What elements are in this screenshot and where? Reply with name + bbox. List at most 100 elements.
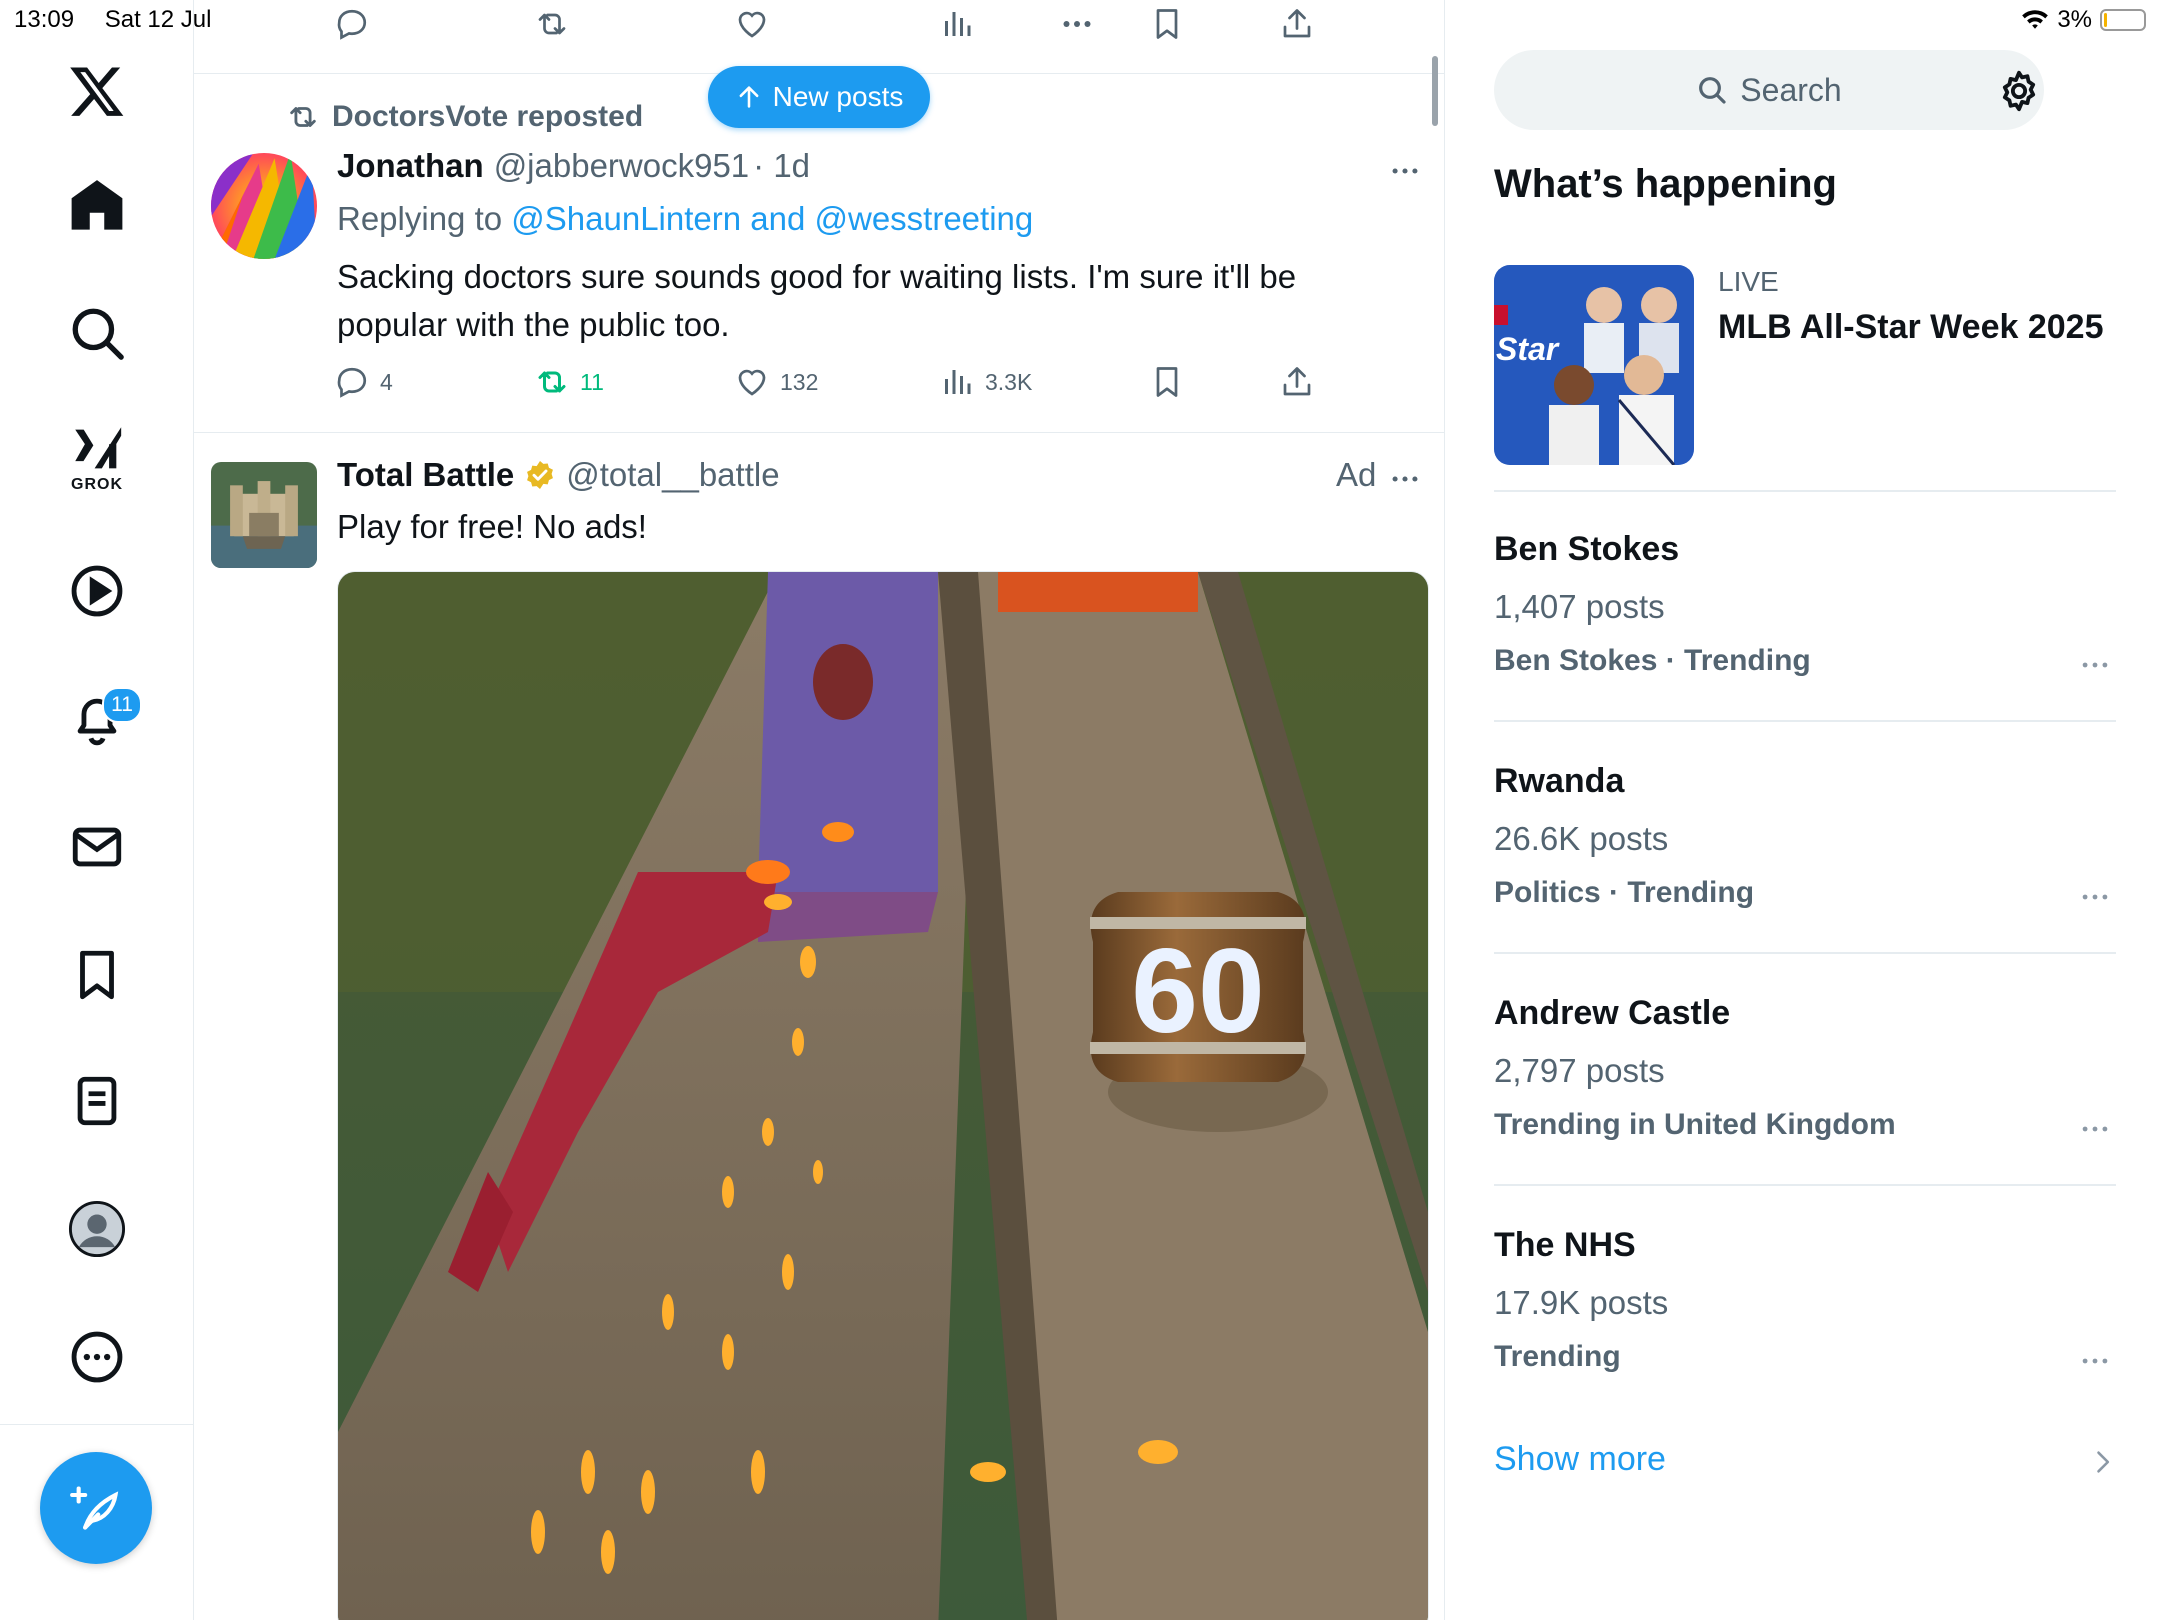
reply-button[interactable]	[334, 6, 370, 42]
views-chart-icon	[939, 364, 975, 400]
trend-more-icon[interactable]	[2078, 648, 2112, 682]
explore-search-icon[interactable]	[68, 304, 126, 362]
new-posts-button[interactable]: New posts	[708, 66, 930, 128]
trend-title: Rwanda	[1494, 762, 1625, 800]
advertiser-handle[interactable]: @total__battle	[566, 456, 779, 494]
replying-to-link[interactable]: @ShaunLintern and @wesstreeting	[511, 200, 1033, 237]
trend-post-count: 2,797 posts	[1494, 1052, 1665, 1089]
reply-icon	[334, 364, 370, 400]
messages-envelope-icon[interactable]	[68, 818, 126, 876]
left-navigation: GROK 11	[0, 0, 194, 1620]
bookmark-button[interactable]	[1149, 6, 1185, 42]
trend-item[interactable]: Andrew Castle 2,797 posts Trending in Un…	[1494, 994, 2116, 1184]
share-icon	[1279, 364, 1315, 400]
ad-more-icon[interactable]	[1388, 462, 1422, 496]
share-button[interactable]	[1279, 6, 1315, 42]
repost-icon	[534, 364, 570, 400]
post-actions: 4 11 132 3.3K	[194, 364, 1444, 404]
more-dots-icon	[1059, 6, 1095, 42]
trend-more-icon[interactable]	[2078, 1344, 2112, 1378]
mlb-live-image[interactable]: Star	[1494, 265, 1694, 465]
trend-item[interactable]: Ben Stokes 1,407 posts Ben Stokes · Tren…	[1494, 530, 2116, 720]
chevron-right-icon[interactable]	[2088, 1448, 2116, 1476]
trend-title: Andrew Castle	[1494, 994, 1731, 1032]
more-options-icon[interactable]	[68, 1328, 126, 1386]
show-more-link[interactable]: Show more	[1494, 1440, 1666, 1479]
arrow-up-icon	[735, 83, 763, 111]
profile-avatar-icon[interactable]	[68, 1200, 126, 1258]
battery-percent: 3%	[2057, 6, 2092, 33]
replying-to-prefix: Replying to	[337, 200, 512, 237]
trend-item[interactable]: The NHS 17.9K posts Trending	[1494, 1226, 2116, 1416]
author-handle[interactable]: @jabberwock951	[494, 147, 749, 185]
reply-count: 4	[380, 368, 393, 395]
replying-to-line: Replying to @ShaunLintern and @wesstreet…	[337, 200, 1033, 238]
lists-icon[interactable]	[68, 1072, 126, 1130]
advertiser-avatar[interactable]	[211, 462, 317, 568]
whats-happening-title: What’s happening	[1494, 162, 1837, 206]
trend-divider	[1494, 1184, 2116, 1186]
trend-divider	[1494, 720, 2116, 722]
repost-indicator[interactable]: DoctorsVote reposted	[286, 100, 643, 134]
trend-post-count: 1,407 posts	[1494, 588, 1665, 625]
share-button[interactable]	[1279, 364, 1315, 400]
views-button[interactable]: 3.3K	[939, 364, 1032, 400]
bookmarks-icon[interactable]	[68, 946, 126, 1004]
trend-context: Politics · Trending	[1494, 876, 1755, 909]
video-play-icon[interactable]	[68, 562, 126, 620]
bookmark-icon	[1149, 6, 1185, 42]
grok-actions-button[interactable]	[1059, 6, 1095, 42]
post-more-icon[interactable]	[1388, 154, 1422, 188]
verified-badge-icon	[524, 459, 556, 491]
like-count: 132	[780, 368, 819, 395]
x-logo-icon[interactable]	[68, 62, 126, 120]
author-avatar[interactable]	[211, 153, 317, 259]
view-count: 3.3K	[985, 368, 1033, 395]
trend-divider	[1494, 952, 2116, 954]
timeline-feed: DoctorsVote reposted Jonathan @jabberwoc…	[194, 0, 1445, 1620]
reply-button[interactable]: 4	[334, 364, 393, 400]
like-button[interactable]: 132	[734, 364, 818, 400]
post-time[interactable]: · 1d	[753, 147, 810, 185]
bookmark-button[interactable]	[1149, 364, 1185, 400]
trend-item[interactable]: Rwanda 26.6K posts Politics · Trending	[1494, 762, 2116, 952]
settings-gear-icon[interactable]	[1996, 68, 2042, 114]
grok-icon[interactable]	[68, 424, 126, 474]
like-heart-icon	[734, 6, 770, 42]
advertiser-name[interactable]: Total Battle	[337, 456, 514, 494]
feed-divider	[194, 432, 1444, 433]
trend-more-icon[interactable]	[2078, 880, 2112, 914]
compose-post-button[interactable]	[40, 1452, 152, 1564]
svg-text:Star: Star	[1496, 331, 1560, 367]
repost-button[interactable]: 11	[534, 364, 604, 400]
repost-button[interactable]	[534, 6, 570, 42]
ad-author-line: Total Battle @total__battle	[337, 456, 780, 494]
notifications-badge: 11	[102, 687, 142, 723]
like-heart-icon	[734, 364, 770, 400]
repost-by-label: DoctorsVote reposted	[332, 100, 644, 133]
reply-icon	[334, 6, 370, 42]
share-icon	[1279, 6, 1315, 42]
status-bar-right: 3%	[2021, 6, 2146, 34]
previous-post-actions	[194, 6, 1444, 46]
feed-scrollbar[interactable]	[1432, 56, 1438, 126]
views-chart-icon	[939, 6, 975, 42]
trend-post-count: 17.9K posts	[1494, 1284, 1669, 1321]
bookmark-icon	[1149, 364, 1185, 400]
search-input[interactable]: Search	[1494, 50, 2044, 130]
live-event-title[interactable]: MLB All-Star Week 2025	[1718, 308, 2103, 347]
wifi-icon	[2021, 8, 2049, 32]
author-name[interactable]: Jonathan	[337, 147, 484, 185]
like-button[interactable]	[734, 6, 770, 42]
home-icon[interactable]	[68, 176, 126, 234]
trend-context: Ben Stokes · Trending	[1494, 644, 1811, 677]
post-text: Sacking doctors sure sounds good for wai…	[337, 258, 1297, 343]
ad-video-media[interactable]: 60	[337, 571, 1429, 1620]
new-posts-label: New posts	[772, 81, 904, 112]
trend-context: Trending in United Kingdom	[1494, 1108, 1896, 1141]
trend-context: Trending	[1494, 1340, 1621, 1373]
views-button[interactable]	[939, 6, 975, 42]
trend-more-icon[interactable]	[2078, 1112, 2112, 1146]
trend-post-count: 26.6K posts	[1494, 820, 1669, 857]
grok-label[interactable]: GROK	[62, 476, 132, 494]
